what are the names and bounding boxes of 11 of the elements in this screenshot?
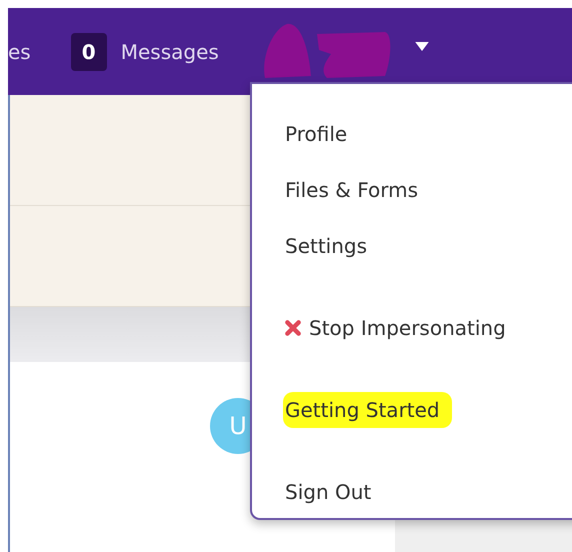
messages-link[interactable]: Messages	[120, 40, 219, 64]
menu-item[interactable]: Profile	[283, 118, 350, 150]
caret-icon[interactable]	[414, 42, 429, 51]
nav-link[interactable]: es	[8, 40, 31, 64]
menu-item[interactable]: Stop Impersonating	[283, 312, 508, 344]
message-count: 0	[70, 32, 107, 70]
menu-item[interactable]: Sign Out	[283, 476, 374, 508]
menu-item[interactable]: Settings	[283, 230, 370, 262]
close-icon	[285, 320, 301, 336]
menu-item[interactable]: Files & Forms	[283, 174, 420, 206]
menu-item[interactable]: Getting Started	[283, 392, 452, 428]
